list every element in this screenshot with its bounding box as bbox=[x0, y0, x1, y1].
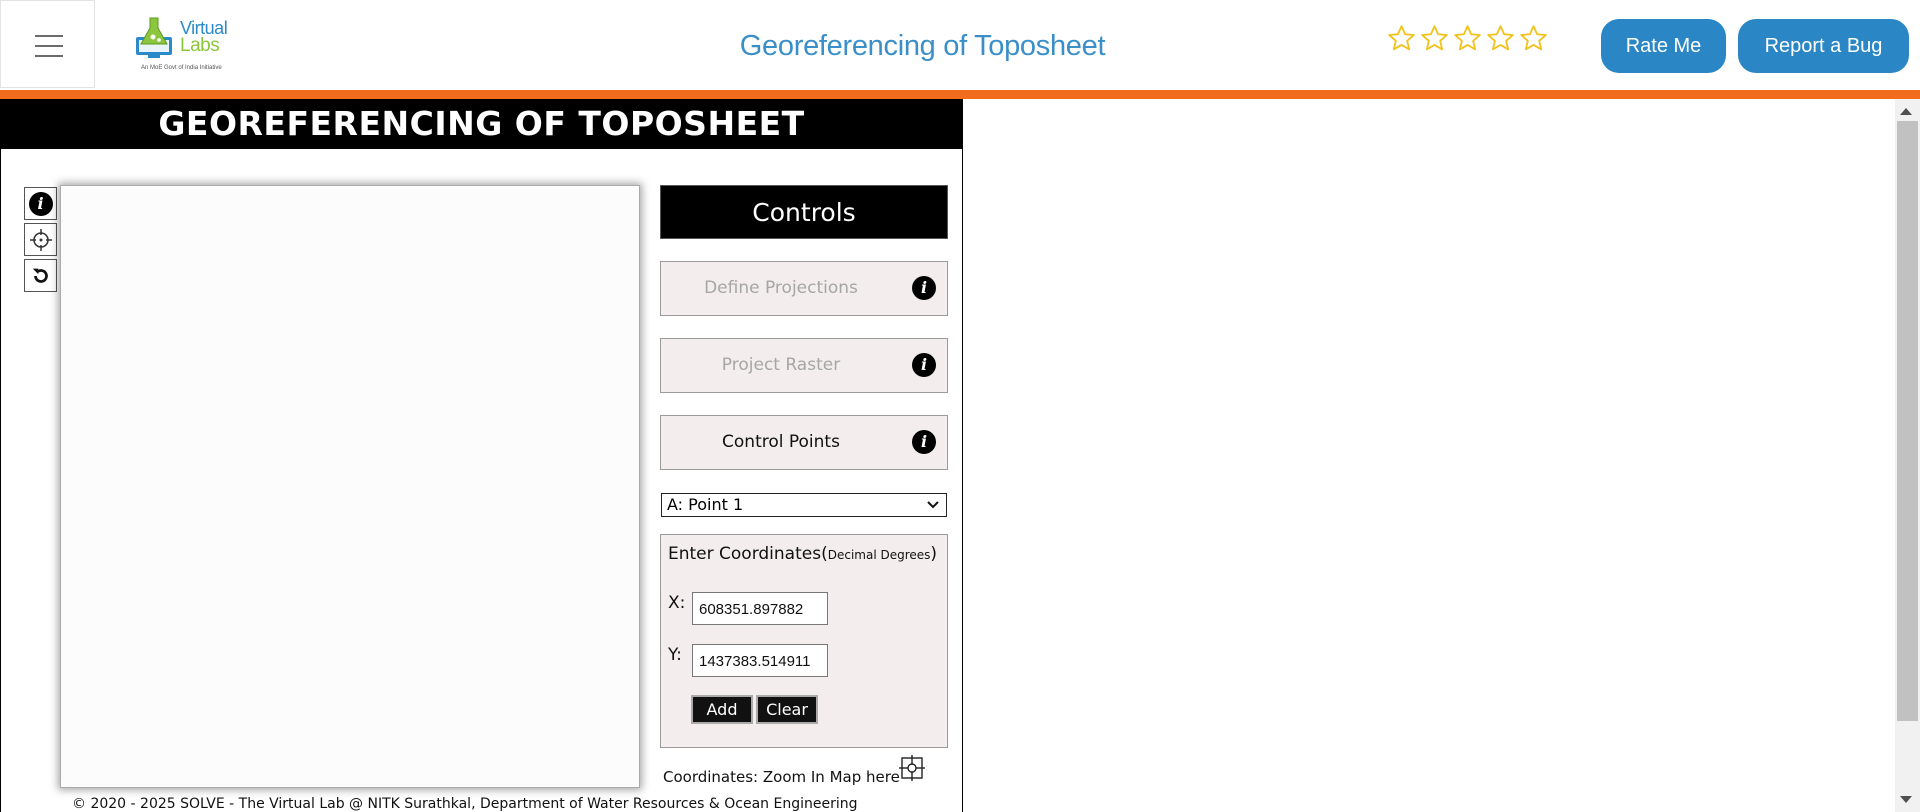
logo-tagline: An MoE Govt of India Initiative bbox=[141, 65, 222, 71]
x-coordinate-input[interactable]: 608351.897882 bbox=[692, 592, 828, 625]
virtual-labs-logo[interactable]: Virtual Labs An MoE Govt of India Initia… bbox=[133, 15, 243, 75]
coordinates-title: Enter Coordinates(Decimal Degrees) bbox=[668, 544, 937, 564]
info-icon: i bbox=[28, 191, 53, 216]
define-projections-label: Define Projections bbox=[704, 278, 858, 298]
hamburger-icon bbox=[35, 35, 63, 37]
info-icon[interactable]: i bbox=[912, 430, 936, 454]
rate-me-button[interactable]: Rate Me bbox=[1601, 19, 1726, 73]
scrollbar-thumb[interactable] bbox=[1897, 121, 1918, 721]
reset-tool-button[interactable] bbox=[24, 259, 57, 292]
x-label: X: bbox=[668, 593, 686, 613]
zoom-target-icon[interactable] bbox=[899, 755, 925, 781]
scroll-down-arrow-icon[interactable] bbox=[1900, 796, 1912, 803]
app-title: Georeferencing of Toposheet bbox=[739, 30, 1106, 62]
hamburger-menu-button[interactable] bbox=[0, 0, 95, 88]
hamburger-icon-bar bbox=[35, 45, 63, 47]
y-label: Y: bbox=[668, 645, 682, 665]
clear-button[interactable]: Clear bbox=[756, 695, 818, 724]
coordinates-readout: Coordinates: Zoom In Map here bbox=[663, 768, 900, 786]
reset-icon bbox=[32, 268, 48, 283]
star-icon[interactable] bbox=[1386, 22, 1417, 55]
logo-text-labs: Labs bbox=[180, 35, 220, 56]
report-bug-button[interactable]: Report a Bug bbox=[1738, 19, 1909, 73]
control-points-button[interactable]: Control Points i bbox=[660, 415, 948, 470]
control-points-label: Control Points bbox=[722, 432, 840, 452]
info-icon[interactable]: i bbox=[912, 353, 936, 377]
simulation-title: GEOREFERENCING OF TOPOSHEET bbox=[1, 99, 962, 149]
y-coordinate-input[interactable]: 1437383.514911 bbox=[692, 644, 828, 677]
map-canvas[interactable] bbox=[60, 185, 640, 788]
star-icon[interactable] bbox=[1452, 22, 1483, 55]
header-divider bbox=[0, 90, 1920, 99]
crosshair-tool-button[interactable] bbox=[24, 223, 57, 256]
flask-monitor-icon bbox=[136, 17, 172, 58]
coordinates-unit: Decimal Degrees bbox=[827, 548, 931, 562]
info-icon[interactable]: i bbox=[912, 276, 936, 300]
add-button[interactable]: Add bbox=[691, 695, 753, 724]
rating-stars[interactable] bbox=[1386, 22, 1549, 58]
define-projections-button[interactable]: Define Projections i bbox=[660, 261, 948, 316]
chevron-down-icon bbox=[927, 501, 939, 509]
scroll-up-arrow-icon[interactable] bbox=[1900, 108, 1912, 115]
footer-copyright: © 2020 - 2025 SOLVE - The Virtual Lab @ … bbox=[72, 796, 858, 812]
top-header: Virtual Labs An MoE Govt of India Initia… bbox=[0, 0, 1920, 90]
crosshair-icon bbox=[29, 228, 52, 251]
project-raster-label: Project Raster bbox=[721, 355, 841, 375]
coordinates-title-close: ) bbox=[930, 544, 938, 564]
hamburger-icon-bar bbox=[35, 55, 63, 57]
coordinates-panel: Enter Coordinates(Decimal Degrees) X: 60… bbox=[660, 534, 948, 748]
star-icon[interactable] bbox=[1419, 22, 1450, 55]
star-icon[interactable] bbox=[1485, 22, 1516, 55]
star-icon[interactable] bbox=[1518, 22, 1549, 55]
project-raster-button[interactable]: Project Raster i bbox=[660, 338, 948, 393]
point-select[interactable]: A: Point 1 bbox=[661, 493, 947, 517]
point-select-value: A: Point 1 bbox=[667, 495, 744, 514]
coordinates-title-text: Enter Coordinates( bbox=[668, 544, 828, 564]
info-tool-button[interactable]: i bbox=[24, 187, 57, 220]
controls-heading: Controls bbox=[660, 185, 948, 239]
